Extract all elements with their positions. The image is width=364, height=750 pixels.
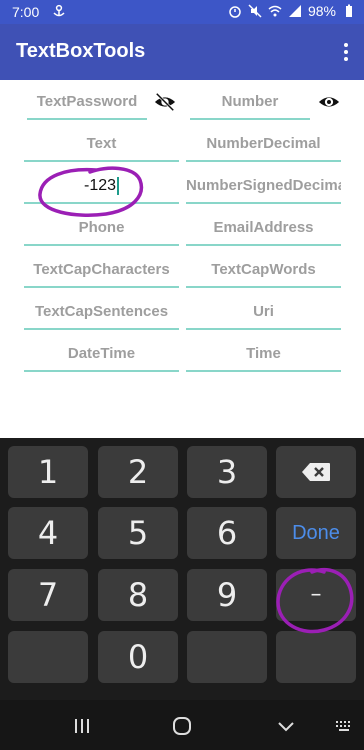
battery-icon <box>346 4 352 17</box>
more-vert-icon[interactable] <box>342 42 350 62</box>
cap-words-placeholder: TextCapWords <box>211 261 316 278</box>
number-signed-decimal-placeholder: NumberSignedDecima <box>186 177 341 194</box>
key-1[interactable]: 1 <box>8 446 88 498</box>
signal-icon <box>288 5 301 17</box>
key-4[interactable]: 4 <box>8 507 88 559</box>
form-area: TextPassword Number Text NumberDecimal -… <box>0 80 364 438</box>
number-decimal-placeholder: NumberDecimal <box>206 135 321 152</box>
signed-number-value: -123 <box>83 177 117 194</box>
key-6[interactable]: 6 <box>187 507 267 559</box>
eye-off-icon[interactable] <box>154 91 176 113</box>
uri-field[interactable]: Uri <box>186 296 341 330</box>
mute-icon <box>248 4 262 18</box>
email-placeholder: EmailAddress <box>213 219 314 236</box>
uri-placeholder: Uri <box>253 303 274 320</box>
blank-key-left <box>8 631 88 683</box>
text-password-field[interactable]: TextPassword <box>27 86 147 120</box>
key-8[interactable]: 8 <box>98 569 178 621</box>
cap-characters-placeholder: TextCapCharacters <box>33 261 170 278</box>
keyboard-icon[interactable] <box>334 716 354 736</box>
text-cursor <box>117 176 120 195</box>
done-key[interactable]: Done <box>276 507 356 559</box>
signed-number-field[interactable]: -123 <box>24 170 179 204</box>
email-field[interactable]: EmailAddress <box>186 212 341 246</box>
navigation-bar <box>0 700 364 750</box>
datetime-field[interactable]: DateTime <box>24 338 179 372</box>
time-placeholder: Time <box>246 345 281 362</box>
eye-icon[interactable] <box>318 91 340 113</box>
key-2[interactable]: 2 <box>98 446 178 498</box>
number-field[interactable]: Number <box>190 86 310 120</box>
wifi-icon <box>268 5 282 17</box>
text-field[interactable]: Text <box>24 128 179 162</box>
blank-key-right <box>276 631 356 683</box>
cap-words-field[interactable]: TextCapWords <box>186 254 341 288</box>
status-bar: 7:00 98% <box>0 0 364 24</box>
text-placeholder: Text <box>86 135 117 152</box>
status-icons: 98% <box>228 3 356 19</box>
key-5[interactable]: 5 <box>98 507 178 559</box>
cap-sentences-field[interactable]: TextCapSentences <box>24 296 179 330</box>
app-bar: TextBoxTools <box>0 24 364 80</box>
cap-sentences-placeholder: TextCapSentences <box>34 303 169 320</box>
phone-field[interactable]: Phone <box>24 212 179 246</box>
phone-placeholder: Phone <box>78 219 125 236</box>
number-decimal-field[interactable]: NumberDecimal <box>186 128 341 162</box>
text-password-placeholder: TextPassword <box>36 93 138 110</box>
key-7[interactable]: 7 <box>8 569 88 621</box>
recents-icon[interactable] <box>72 716 92 736</box>
number-placeholder: Number <box>221 93 279 110</box>
status-time: 7:00 <box>12 4 40 20</box>
blank-key-middle <box>187 631 267 683</box>
back-icon[interactable] <box>276 716 296 736</box>
minus-key[interactable]: – <box>276 569 356 621</box>
battery-percentage: 98% <box>307 3 336 19</box>
key-9[interactable]: 9 <box>187 569 267 621</box>
time-field[interactable]: Time <box>186 338 341 372</box>
cap-characters-field[interactable]: TextCapCharacters <box>24 254 179 288</box>
alarm-icon <box>229 6 241 18</box>
datetime-placeholder: DateTime <box>67 345 136 362</box>
backspace-key[interactable] <box>276 446 356 498</box>
key-0[interactable]: 0 <box>98 631 178 683</box>
app-title: TextBoxTools <box>16 40 146 62</box>
key-3[interactable]: 3 <box>187 446 267 498</box>
number-signed-decimal-field[interactable]: NumberSignedDecima <box>186 170 341 204</box>
notification-icon <box>53 4 65 17</box>
backspace-icon <box>302 463 330 481</box>
home-icon[interactable] <box>172 716 192 736</box>
